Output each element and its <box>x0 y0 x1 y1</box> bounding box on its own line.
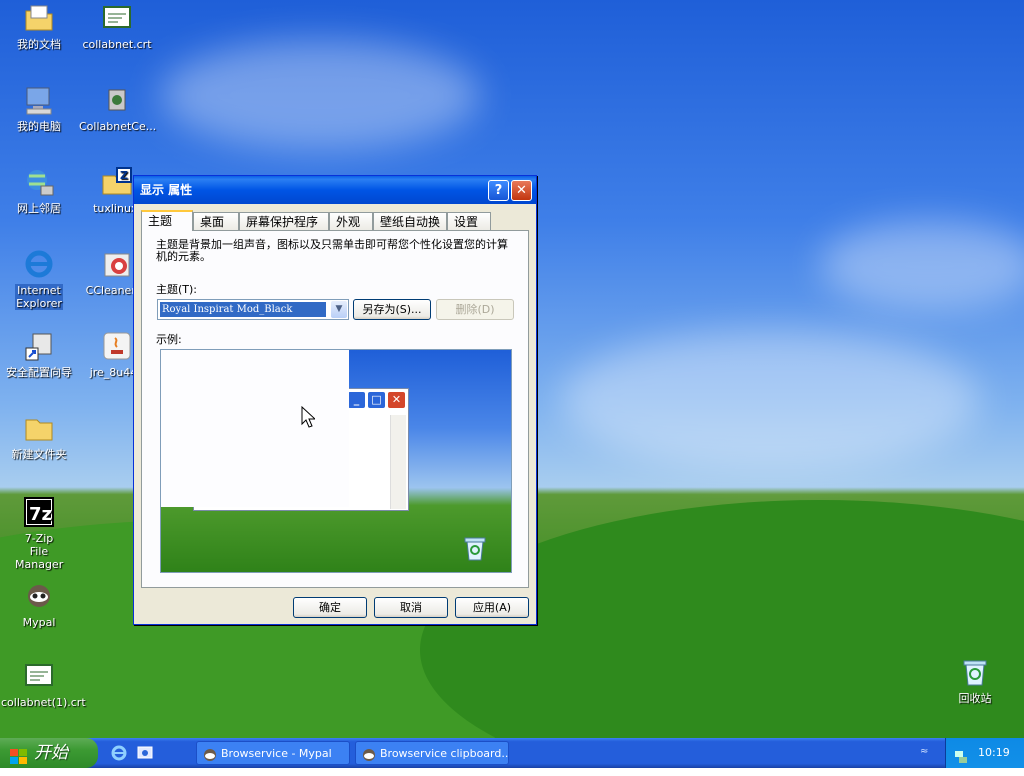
desktop-icon-label: 我的文档 <box>17 38 61 51</box>
wizard-shortcut-icon <box>23 330 55 362</box>
delete-button[interactable]: 删除(D) <box>436 299 514 320</box>
task-label: Browservice - Mypal <box>221 747 332 760</box>
desktop-icon-label: 网上邻居 <box>17 202 61 215</box>
desktop-icon-recycle-bin[interactable]: 回收站 <box>936 656 1014 705</box>
network-icon <box>23 166 55 198</box>
dialog-titlebar[interactable]: 显示 属性 ? ✕ <box>134 176 536 204</box>
tab-screensaver[interactable]: 屏幕保护程序 <box>239 212 329 230</box>
desktop-icon-7zip[interactable]: 7z 7-Zip File Manager <box>0 496 78 571</box>
start-label: 开始 <box>34 743 68 763</box>
certificate-icon <box>23 660 55 692</box>
task-button-mypal[interactable]: Browservice - Mypal <box>196 741 350 765</box>
desktop-icon-label: Mypal <box>22 616 56 629</box>
internet-explorer-icon <box>23 248 55 280</box>
help-button[interactable]: ? <box>488 180 509 201</box>
svg-text:7z: 7z <box>29 504 52 525</box>
quick-launch <box>110 744 154 765</box>
desktop-icon-internet-explorer[interactable]: Internet Explorer <box>0 248 78 310</box>
apply-button[interactable]: 应用(A) <box>455 597 529 618</box>
minimize-icon: _ <box>347 391 366 409</box>
windows-logo-icon <box>10 745 28 775</box>
theme-select-value: Royal Inspirat Mod_Black <box>160 302 326 317</box>
preview-blank-area <box>161 350 349 507</box>
desktop-icon-label: 我的电脑 <box>17 120 61 133</box>
desktop-icon-security-wizard[interactable]: 安全配置向导 <box>0 330 78 379</box>
tab-wallpaper-changer[interactable]: 壁纸自动换 <box>373 212 447 230</box>
desktop-icon-label: 回收站 <box>958 692 992 705</box>
task-label: Browservice clipboard... <box>380 747 509 760</box>
desktop-icon-label: CollabnetCe... <box>79 120 157 133</box>
tab-settings[interactable]: 设置 <box>447 212 491 230</box>
theme-description: 主题是背景加一组声音，图标以及只需单击即可帮您个性化设置您的计算机的元素。 <box>156 238 508 263</box>
desktop-icon-my-computer[interactable]: 我的电脑 <box>0 84 78 133</box>
preview-scrollbar <box>390 415 406 509</box>
question-icon: ? <box>494 183 503 198</box>
theme-label: 主题(T): <box>156 283 198 296</box>
recycle-bin-icon <box>959 656 991 688</box>
task-button-clipboard[interactable]: Browservice clipboard... <box>355 741 509 765</box>
computer-icon <box>23 84 55 116</box>
desktop-icon-my-documents[interactable]: 我的文档 <box>0 2 78 51</box>
desktop-icon-label: 安全配置向导 <box>6 366 72 379</box>
tab-appearance[interactable]: 外观 <box>329 212 373 230</box>
taskbar: 开始 Browservice - Mypal Browservice clipb… <box>0 738 1024 768</box>
folder-icon <box>23 412 55 444</box>
certificate-icon <box>101 2 133 34</box>
show-desktop-icon[interactable] <box>136 744 154 762</box>
desktop: 我的文档 collabnet.crt 我的电脑 CollabnetCe... 网… <box>0 0 1024 738</box>
desktop-icon-collabnet-crt[interactable]: collabnet.crt <box>78 2 156 51</box>
svg-text:Z: Z <box>120 169 128 182</box>
display-properties-dialog: 显示 属性 ? ✕ 主题 桌面 屏幕保护程序 外观 壁纸自动换 设置 主题是背景… <box>133 175 537 625</box>
desktop-icon-network-places[interactable]: 网上邻居 <box>0 166 78 215</box>
desktop-icon-mypal[interactable]: Mypal <box>0 580 78 629</box>
tab-themes[interactable]: 主题 <box>141 210 193 231</box>
mouse-cursor-icon <box>301 405 317 431</box>
7zip-icon: 7z <box>23 496 55 528</box>
desktop-icon-label: collabnet.crt <box>82 38 152 51</box>
desktop-icon-label: 新建文件夹 <box>11 448 67 461</box>
mypal-raccoon-icon <box>203 747 217 761</box>
desktop-icon-collabnet1-crt[interactable]: collabnet(1).crt <box>0 660 86 709</box>
close-icon: ✕ <box>387 391 406 409</box>
theme-preview: _ □ ✕ <box>160 349 512 573</box>
preview-window-controls: _ □ ✕ <box>346 391 406 410</box>
network-tray-icon[interactable] <box>954 746 968 763</box>
desktop-icon-new-folder[interactable]: 新建文件夹 <box>0 412 78 461</box>
folder-documents-icon <box>23 2 55 34</box>
java-icon <box>101 330 133 362</box>
ok-button[interactable]: 确定 <box>293 597 367 618</box>
desktop-icon-label: Internet Explorer <box>15 284 63 310</box>
mypal-raccoon-icon <box>362 747 376 761</box>
recycle-bin-icon <box>461 534 489 562</box>
save-as-button[interactable]: 另存为(S)... <box>353 299 431 320</box>
chevron-down-icon[interactable]: ▼ <box>331 301 347 318</box>
ccleaner-icon <box>101 248 133 280</box>
desktop-icon-collabnetce[interactable]: CollabnetCe... <box>78 84 156 133</box>
desktop-icon-label: 7-Zip File Manager <box>15 532 64 571</box>
desktop-icon-label: collabnet(1).crt <box>1 696 86 709</box>
themes-panel: 主题是背景加一组声音，图标以及只需单击即可帮您个性化设置您的计算机的元素。 主题… <box>141 230 529 588</box>
system-tray: 10:19 <box>945 738 1024 768</box>
close-button[interactable]: ✕ <box>511 180 532 201</box>
cancel-button[interactable]: 取消 <box>374 597 448 618</box>
tray-expand-icon[interactable]: ≈ <box>920 746 936 760</box>
mypal-raccoon-icon <box>23 580 55 612</box>
installer-icon <box>101 84 133 116</box>
close-icon: ✕ <box>516 183 527 198</box>
theme-select[interactable]: Royal Inspirat Mod_Black ▼ <box>157 299 349 320</box>
zip-folder-icon: Z <box>101 166 133 198</box>
start-button[interactable]: 开始 <box>0 738 98 768</box>
dialog-title: 显示 属性 <box>140 183 193 197</box>
maximize-icon: □ <box>367 391 386 409</box>
clock[interactable]: 10:19 <box>978 738 1010 768</box>
sample-label: 示例: <box>156 333 182 346</box>
internet-explorer-icon[interactable] <box>110 744 128 762</box>
tab-desktop[interactable]: 桌面 <box>193 212 239 230</box>
